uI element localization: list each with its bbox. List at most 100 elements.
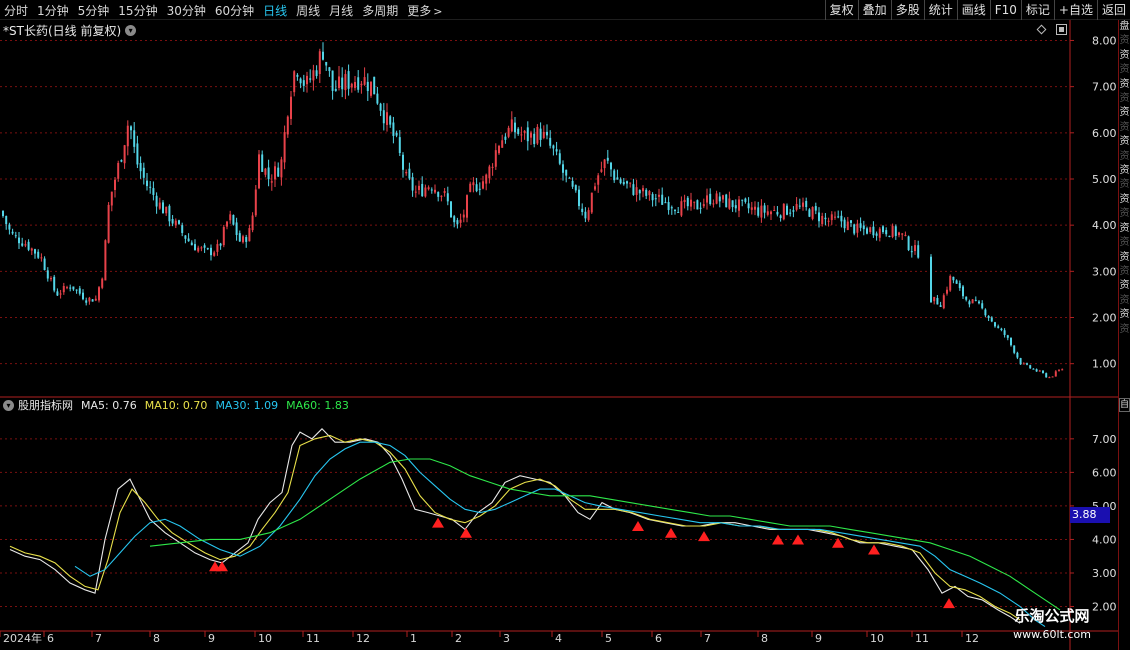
candle-body [981, 303, 984, 309]
candle-body [654, 198, 657, 200]
candle-body [667, 201, 670, 211]
candle-body [539, 128, 542, 140]
candle-body [392, 122, 395, 136]
candle-body [645, 189, 648, 196]
watermark: 乐淘公式网 www.60lt.com [990, 605, 1114, 649]
candle-body [450, 201, 452, 218]
candle-body [226, 221, 228, 227]
candle-body [530, 132, 532, 138]
candle-body [158, 202, 161, 209]
candle-body [437, 192, 440, 197]
indicator-name[interactable]: 股朋指标网 [18, 397, 73, 413]
signal-triangle [460, 527, 472, 538]
ma-line-ma60 [149, 458, 1061, 611]
candle-body [174, 220, 177, 226]
candle-body [725, 194, 728, 208]
candle-body [1000, 328, 1003, 331]
right-side-strip[interactable]: 盘资资资资资资资资资资资资资资资资资资资资资 [1118, 20, 1130, 650]
candle-body [389, 116, 392, 125]
candle-body [171, 218, 174, 224]
candle-body [846, 221, 849, 231]
candle-body [98, 287, 100, 301]
candle-body [968, 301, 971, 305]
candle-body [648, 191, 651, 196]
candle-body [485, 174, 488, 184]
candle-body [578, 189, 580, 207]
candle-body [245, 237, 248, 242]
candle-body [818, 212, 820, 222]
candle-body [811, 207, 814, 219]
candle-body [347, 71, 350, 89]
indicator-header: ▾ 股朋指标网 MA5: 0.76 MA10: 0.70 MA30: 1.09 MA6… [3, 398, 357, 412]
time-axis-label: 12 [356, 632, 370, 645]
chevron-down-icon[interactable]: ▾ [3, 399, 14, 411]
time-axis-label: 2024年 [3, 631, 42, 645]
candle-body [696, 200, 699, 210]
candle-body [46, 270, 49, 279]
kline-chart[interactable]: 8.00 7.00 6.00 5.00 4.00 3.00 2.00 1.00 7.00 6.00… [0, 0, 1118, 650]
strip-char: 资 [1119, 323, 1130, 335]
candle-body [664, 202, 667, 204]
candle-body [235, 222, 238, 235]
candle-body [40, 257, 43, 259]
candle-body [232, 214, 235, 225]
strip-self-select-box[interactable]: 自 [1119, 398, 1130, 412]
candle-body [763, 205, 766, 213]
price-axis-label: 4.00 [1092, 219, 1117, 232]
candle-body [517, 128, 520, 134]
candle-body [795, 203, 798, 210]
candle-body [901, 233, 904, 235]
candle-body [962, 286, 964, 297]
ma-legend-item: MA10: 0.70 [144, 398, 208, 412]
candle-body [184, 235, 187, 239]
candle-body [750, 207, 753, 210]
candle-body [219, 243, 222, 246]
candle-body [632, 184, 635, 195]
candle-body [715, 193, 718, 204]
time-axis-label: 10 [258, 632, 272, 645]
candle-body [152, 188, 155, 195]
candle-body [587, 210, 590, 220]
candle-body [613, 170, 616, 181]
watermark-title: 乐淘公式网 [1014, 607, 1090, 625]
time-axis-label: 9 [208, 632, 215, 645]
candle-body [139, 163, 142, 172]
candle-body [875, 233, 878, 236]
candle-body [446, 193, 449, 202]
candle-body [712, 203, 715, 205]
candle-body [792, 210, 795, 212]
candle-body [229, 214, 232, 221]
candle-body [123, 145, 126, 164]
candle-body [94, 298, 97, 301]
candle-body [734, 205, 737, 209]
candle-body [728, 198, 731, 209]
candle-body [504, 136, 507, 140]
candle-body [366, 81, 369, 92]
candle-body [731, 200, 734, 208]
candle-body [526, 127, 529, 142]
strip-char: 资 [1119, 193, 1130, 205]
candle-body [309, 78, 312, 80]
candle-body [808, 209, 811, 217]
candle-body [1006, 335, 1009, 338]
candle-body [363, 77, 366, 85]
candle-body [552, 145, 555, 149]
strip-char: 资 [1119, 265, 1130, 277]
candle-body [251, 215, 254, 231]
current-value-box: 3.88 [1070, 507, 1110, 523]
candle-body [50, 278, 52, 280]
candle-body [872, 226, 875, 236]
candle-body [1016, 352, 1019, 358]
candle-body [1042, 370, 1044, 374]
candle-body [898, 232, 900, 236]
candle-body [555, 149, 558, 152]
candle-body [286, 116, 289, 135]
ma-line-ma30 [74, 441, 1046, 628]
candle-body [1019, 358, 1022, 365]
candle-body [187, 238, 190, 242]
strip-char: 资 [1119, 208, 1130, 220]
candle-body [62, 286, 65, 293]
candle-body [306, 75, 308, 85]
candle-body [501, 140, 504, 148]
candle-body [754, 206, 756, 210]
